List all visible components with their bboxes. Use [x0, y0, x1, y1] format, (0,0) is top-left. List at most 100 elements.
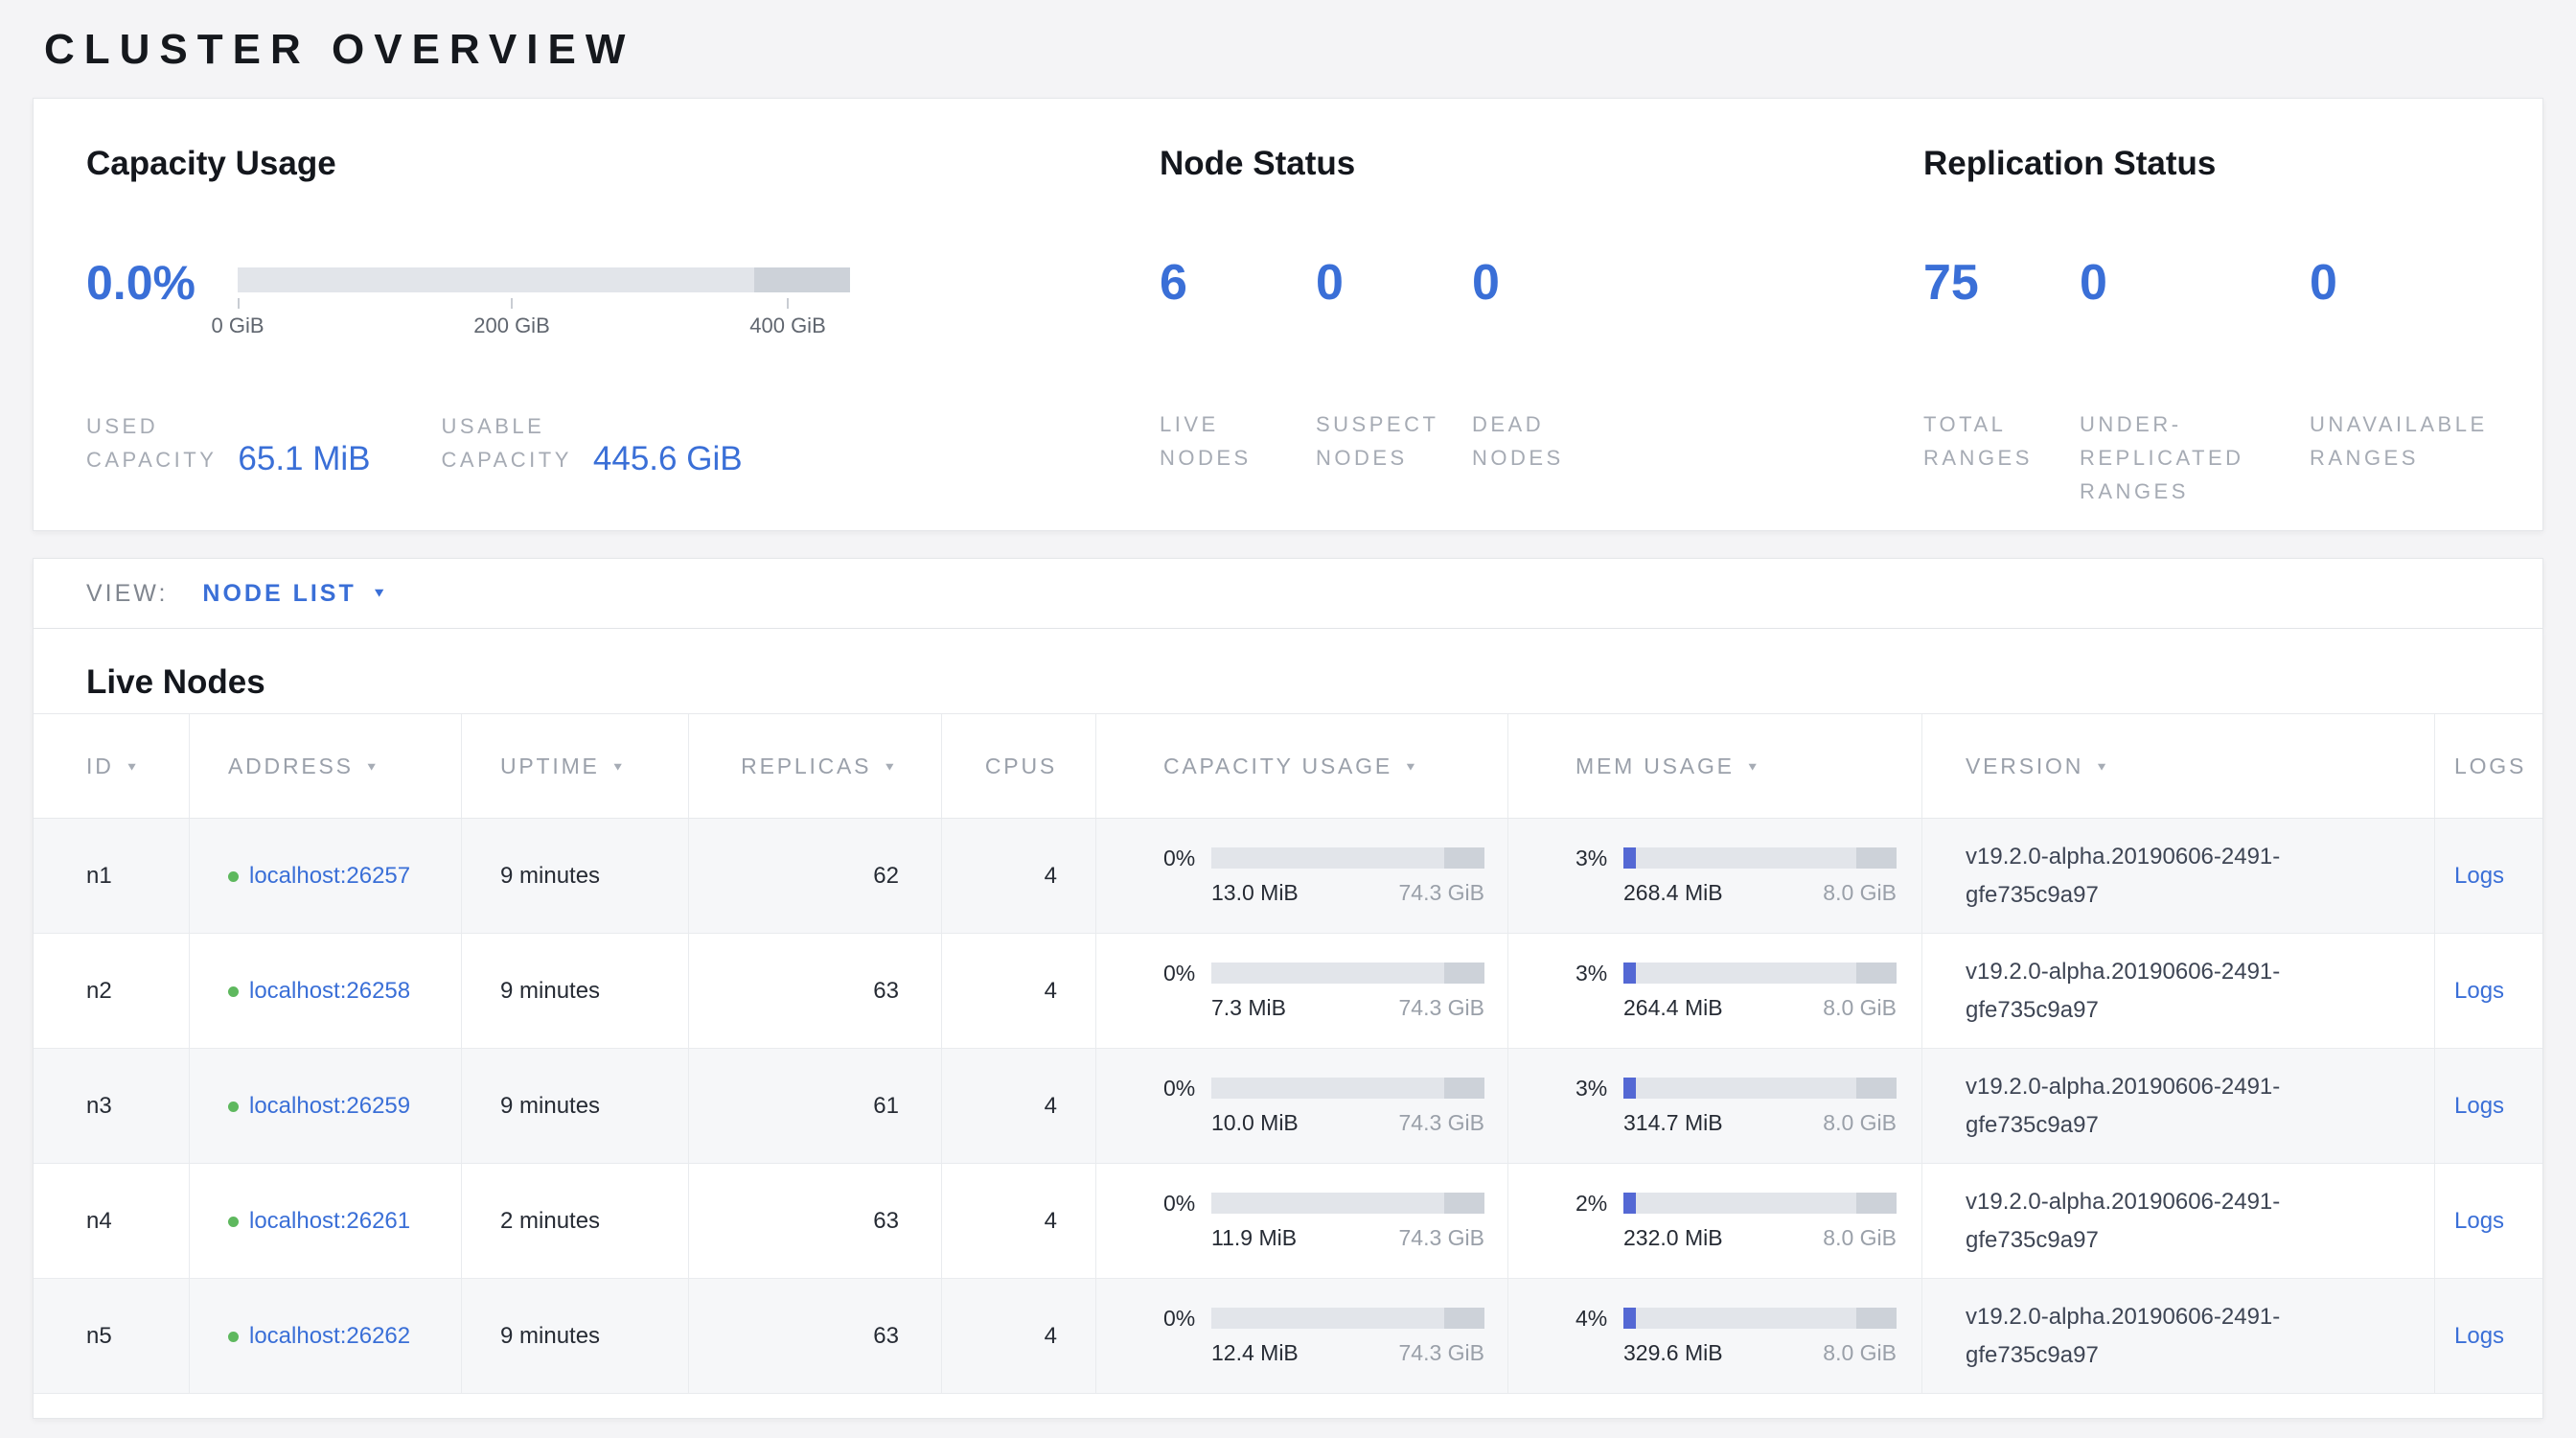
- column-header-mem-usage[interactable]: MEM USAGE▼: [1508, 714, 1922, 818]
- node-capacity-cell: 0% 12.4 MiB 74.3 GiB: [1096, 1279, 1508, 1393]
- column-header-version[interactable]: VERSION▼: [1922, 714, 2435, 818]
- view-selector-bar: VIEW: NODE LIST ▼: [33, 558, 2543, 629]
- node-row: n5 localhost:26262 9 minutes 63 4 0%: [34, 1279, 2542, 1394]
- capacity-used-value: 13.0 MiB: [1211, 880, 1299, 906]
- node-live-status-dot-icon: [228, 1102, 239, 1112]
- node-address-cell: localhost:26262: [190, 1279, 462, 1393]
- node-version: v19.2.0-alpha.20190606-2491-gfe735c9a97: [1966, 1183, 2378, 1260]
- node-address-link[interactable]: localhost:26259: [249, 1087, 420, 1125]
- mem-bar: [1623, 1078, 1897, 1099]
- node-replicas: 61: [873, 1093, 899, 1120]
- capacity-usage-bar: [238, 267, 850, 292]
- column-header-address[interactable]: ADDRESS▼: [190, 714, 462, 818]
- capacity-bar: [1211, 963, 1484, 984]
- capacity-bar: [1211, 1308, 1484, 1329]
- page-title: CLUSTER OVERVIEW: [44, 27, 2543, 73]
- mem-bar-reserved: [1856, 963, 1897, 984]
- column-header-replicas[interactable]: REPLICAS▼: [689, 714, 942, 818]
- node-address-wrap: localhost:26262: [228, 1317, 420, 1356]
- node-live-status-dot-icon: [228, 1217, 239, 1227]
- unavailable-ranges-stat: 0 UNAVAILABLE RANGES: [2310, 258, 2488, 508]
- mem-percent: 3%: [1576, 1076, 1623, 1102]
- node-version-cell: v19.2.0-alpha.20190606-2491-gfe735c9a97: [1922, 1164, 2435, 1278]
- node-row: n1 localhost:26257 9 minutes 62 4 0%: [34, 819, 2542, 934]
- table-header-row: ID▼ADDRESS▼UPTIME▼REPLICAS▼CPUSCAPACITY …: [34, 713, 2542, 819]
- sort-desc-icon: ▼: [883, 759, 899, 773]
- node-logs-link[interactable]: Logs: [2454, 1208, 2504, 1235]
- sort-desc-icon: ▼: [2095, 759, 2111, 773]
- node-replicas-cell: 63: [689, 1279, 942, 1393]
- mem-bar-fill: [1623, 1193, 1636, 1214]
- live-nodes-heading: Live Nodes: [34, 661, 2542, 704]
- capacity-percent: 0%: [1163, 1306, 1211, 1332]
- node-replicas: 62: [873, 863, 899, 890]
- stat-label-line: RANGES: [2080, 475, 2310, 508]
- node-address-wrap: localhost:26257: [228, 857, 420, 895]
- axis-tick-label: 0 GiB: [211, 313, 264, 338]
- suspect-nodes-label: SUSPECT NODES: [1316, 407, 1472, 475]
- mem-percent: 3%: [1576, 846, 1623, 871]
- mem-used-value: 268.4 MiB: [1623, 880, 1723, 906]
- mem-total-value: 8.0 GiB: [1823, 995, 1897, 1021]
- mem-bar-fill: [1623, 1308, 1636, 1329]
- node-address-cell: localhost:26257: [190, 819, 462, 933]
- node-cpus-cell: 4: [942, 934, 1096, 1048]
- node-capacity-cell: 0% 11.9 MiB 74.3 GiB: [1096, 1164, 1508, 1278]
- node-logs-link[interactable]: Logs: [2454, 863, 2504, 890]
- column-header-capacity-usage[interactable]: CAPACITY USAGE▼: [1096, 714, 1508, 818]
- sort-desc-icon: ▼: [365, 759, 381, 773]
- node-uptime-cell: 2 minutes: [462, 1164, 689, 1278]
- capacity-total-value: 74.3 GiB: [1399, 880, 1485, 906]
- node-address-cell: localhost:26261: [190, 1164, 462, 1278]
- node-cpus-cell: 4: [942, 1049, 1096, 1163]
- node-version: v19.2.0-alpha.20190606-2491-gfe735c9a97: [1966, 838, 2378, 915]
- node-address-link[interactable]: localhost:26258: [249, 972, 420, 1010]
- node-address-link[interactable]: localhost:26257: [249, 857, 420, 895]
- node-address-link[interactable]: localhost:26261: [249, 1202, 420, 1241]
- mem-bar-reserved: [1856, 1193, 1897, 1214]
- node-uptime: 9 minutes: [500, 863, 600, 890]
- stat-label-line: USED: [86, 409, 217, 443]
- capacity-total-value: 74.3 GiB: [1399, 995, 1485, 1021]
- usable-capacity-value: 445.6 GiB: [593, 441, 743, 476]
- mem-percent: 3%: [1576, 961, 1623, 986]
- view-dropdown-value: NODE LIST: [202, 580, 356, 608]
- node-capacity-cell: 0% 7.3 MiB 74.3 GiB: [1096, 934, 1508, 1048]
- mem-usage-widget: 4% 329.6 MiB 8.0 GiB: [1508, 1306, 1921, 1366]
- usable-capacity-label: USABLE CAPACITY: [442, 409, 572, 476]
- node-capacity-cell: 0% 10.0 MiB 74.3 GiB: [1096, 1049, 1508, 1163]
- node-address-wrap: localhost:26258: [228, 972, 420, 1010]
- capacity-axis: 0 GiB 200 GiB 400 GiB: [238, 292, 850, 340]
- capacity-percent: 0%: [1163, 846, 1211, 871]
- node-id: n5: [86, 1323, 112, 1350]
- view-dropdown[interactable]: NODE LIST ▼: [202, 580, 386, 608]
- node-logs-link[interactable]: Logs: [2454, 1323, 2504, 1350]
- mem-bar: [1623, 1308, 1897, 1329]
- capacity-usage-widget: 0% 13.0 MiB 74.3 GiB: [1096, 846, 1507, 906]
- node-replicas: 63: [873, 1323, 899, 1350]
- capacity-percent: 0%: [1163, 1076, 1211, 1102]
- under-replicated-ranges-stat: 0 UNDER- REPLICATED RANGES: [2080, 258, 2310, 508]
- stat-label-line: USABLE: [442, 409, 572, 443]
- mem-used-value: 232.0 MiB: [1623, 1225, 1723, 1251]
- axis-tick: [511, 298, 513, 309]
- stat-label-line: DEAD: [1472, 407, 1628, 441]
- view-label: VIEW:: [86, 580, 168, 608]
- node-address-link[interactable]: localhost:26262: [249, 1317, 420, 1356]
- capacity-usage-widget: 0% 12.4 MiB 74.3 GiB: [1096, 1306, 1507, 1366]
- capacity-bar-block: 0 GiB 200 GiB 400 GiB: [238, 267, 850, 310]
- node-id-cell: n3: [34, 1049, 190, 1163]
- node-logs-link[interactable]: Logs: [2454, 1093, 2504, 1120]
- mem-percent: 2%: [1576, 1191, 1623, 1217]
- mem-bar-reserved: [1856, 1308, 1897, 1329]
- capacity-percent-value: 0.0%: [86, 258, 209, 310]
- node-logs-cell: Logs: [2435, 1049, 2542, 1163]
- column-header-uptime[interactable]: UPTIME▼: [462, 714, 689, 818]
- capacity-used-value: 7.3 MiB: [1211, 995, 1286, 1021]
- capacity-bar-reserved: [1444, 1078, 1484, 1099]
- node-address-cell: localhost:26258: [190, 934, 462, 1048]
- node-logs-link[interactable]: Logs: [2454, 978, 2504, 1005]
- column-header-id[interactable]: ID▼: [34, 714, 190, 818]
- node-id: n4: [86, 1208, 112, 1235]
- suspect-nodes-stat: 0 SUSPECT NODES: [1316, 258, 1472, 475]
